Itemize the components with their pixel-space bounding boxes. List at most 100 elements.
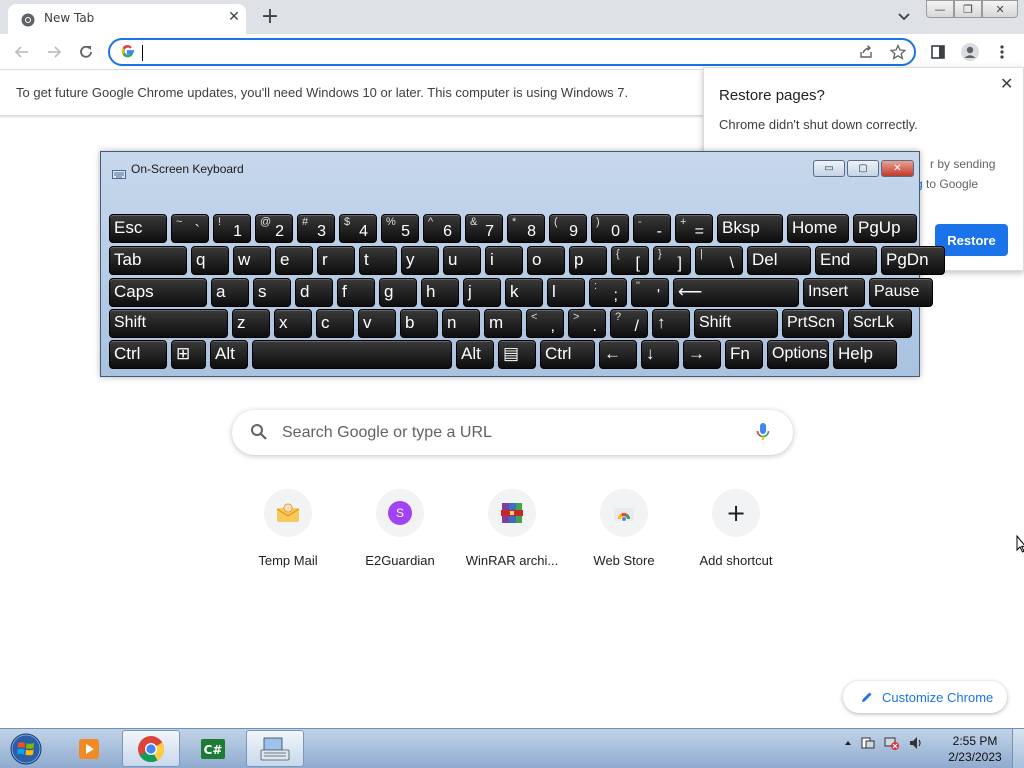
key-1[interactable]: ! 1 [213, 214, 251, 243]
key-tab[interactable]: Tab [109, 246, 187, 275]
key-j[interactable]: j [463, 278, 501, 307]
key-o[interactable]: o [527, 246, 565, 275]
key-'[interactable]: " ' [631, 278, 669, 307]
profile-avatar-icon[interactable] [958, 40, 982, 64]
key-pause[interactable]: Pause [869, 278, 933, 307]
shortcut-winrar[interactable]: WinRAR archi... [456, 487, 568, 577]
key-symbol[interactable]: ⊞ [171, 340, 206, 369]
key-esc[interactable]: Esc [109, 214, 167, 243]
key-home[interactable]: Home [787, 214, 849, 243]
osk-minimize-button[interactable]: ▭ [813, 160, 845, 177]
key-a[interactable]: a [211, 278, 249, 307]
key-][interactable]: }] [653, 246, 691, 275]
address-input[interactable] [144, 42, 824, 62]
key-[[interactable]: {[ [611, 246, 649, 275]
key-7[interactable]: & 7 [465, 214, 503, 243]
key-9[interactable]: (9 [549, 214, 587, 243]
key-del[interactable]: Del [747, 246, 811, 275]
bookmark-star-icon[interactable] [886, 40, 910, 64]
shortcut-add[interactable]: + Add shortcut [680, 487, 792, 577]
key-alt[interactable]: Alt [210, 340, 248, 369]
close-window-button[interactable]: ✕ [982, 0, 1018, 18]
reload-button[interactable] [74, 40, 98, 64]
key-help[interactable]: Help [833, 340, 897, 369]
tab-new-tab[interactable]: New Tab ✕ [8, 4, 246, 34]
key-insert[interactable]: Insert [803, 278, 865, 307]
key-shift[interactable]: Shift [694, 309, 778, 338]
key-v[interactable]: v [358, 309, 396, 338]
key-symbol[interactable]: ⟵ [673, 278, 799, 307]
taskbar-media-player[interactable] [60, 730, 118, 767]
restore-button[interactable]: ❐ [954, 0, 983, 18]
osk-close-button[interactable]: ✕ [881, 160, 914, 177]
key-l[interactable]: l [547, 278, 585, 307]
side-panel-icon[interactable] [926, 40, 950, 64]
shortcut-web-store[interactable]: Web Store [568, 487, 680, 577]
key-3[interactable]: #3 [297, 214, 335, 243]
tab-search-chevron-icon[interactable] [897, 8, 911, 27]
system-clock[interactable]: 2:55 PM 2/23/2023 [940, 733, 1010, 765]
key-6[interactable]: ^ 6 [423, 214, 461, 243]
key-`[interactable]: ~ ` [171, 214, 209, 243]
key-symbol[interactable]: ← [599, 340, 637, 369]
key-0[interactable]: ) 0 [591, 214, 629, 243]
address-bar[interactable] [108, 38, 916, 66]
action-center-icon[interactable] [860, 735, 876, 751]
key-.[interactable]: >. [568, 309, 606, 338]
key-ctrl[interactable]: Ctrl [109, 340, 167, 369]
key-shift[interactable]: Shift [109, 309, 228, 338]
key-,[interactable]: <, [526, 309, 564, 338]
key-4[interactable]: $4 [339, 214, 377, 243]
key-scrlk[interactable]: ScrLk [848, 309, 912, 338]
key-g[interactable]: g [379, 278, 417, 307]
key-caps[interactable]: Caps [109, 278, 207, 307]
key-symbol[interactable]: ↑ [652, 309, 690, 338]
key-\[interactable]: | \ [695, 246, 743, 275]
key-y[interactable]: y [401, 246, 439, 275]
key-n[interactable]: n [442, 309, 480, 338]
key-z[interactable]: z [232, 309, 270, 338]
key-symbol[interactable]: ▤ [498, 340, 536, 369]
tab-close-icon[interactable]: ✕ [226, 9, 242, 25]
key-=[interactable]: + = [675, 214, 713, 243]
key-x[interactable]: x [274, 309, 312, 338]
key-space[interactable] [252, 340, 452, 369]
key-m[interactable]: m [484, 309, 522, 338]
key-fn[interactable]: Fn [725, 340, 763, 369]
key-k[interactable]: k [505, 278, 543, 307]
key-ctrl[interactable]: Ctrl [540, 340, 595, 369]
key-t[interactable]: t [359, 246, 397, 275]
key-8[interactable]: * 8 [507, 214, 545, 243]
key--[interactable]: -- [633, 214, 671, 243]
key-c[interactable]: c [316, 309, 354, 338]
key-/[interactable]: ? / [610, 309, 648, 338]
network-icon[interactable] [884, 735, 900, 751]
key-d[interactable]: d [295, 278, 333, 307]
key-options[interactable]: Options [767, 340, 829, 369]
key-e[interactable]: e [275, 246, 313, 275]
show-desktop-button[interactable] [1012, 729, 1024, 768]
osk-titlebar[interactable]: On-Screen Keyboard ▭ ▢ ✕ [101, 152, 919, 182]
key-f[interactable]: f [337, 278, 375, 307]
key-end[interactable]: End [815, 246, 877, 275]
key-;[interactable]: :; [589, 278, 627, 307]
search-box[interactable] [232, 410, 793, 455]
close-icon[interactable]: ✕ [1000, 74, 1013, 93]
share-icon[interactable] [854, 40, 878, 64]
key-s[interactable]: s [253, 278, 291, 307]
key-r[interactable]: r [317, 246, 355, 275]
back-button[interactable] [10, 40, 34, 64]
key-p[interactable]: p [569, 246, 607, 275]
key-w[interactable]: w [233, 246, 271, 275]
minimize-button[interactable]: — [926, 0, 955, 18]
microphone-icon[interactable] [756, 422, 770, 446]
key-b[interactable]: b [400, 309, 438, 338]
key-prtscn[interactable]: PrtScn [782, 309, 844, 338]
more-menu-icon[interactable] [990, 40, 1014, 64]
taskbar-chrome[interactable] [122, 730, 180, 767]
key-bksp[interactable]: Bksp [717, 214, 783, 243]
shortcut-temp-mail[interactable]: @ Temp Mail [232, 487, 344, 577]
volume-icon[interactable] [908, 735, 924, 751]
key-u[interactable]: u [443, 246, 481, 275]
key-h[interactable]: h [421, 278, 459, 307]
